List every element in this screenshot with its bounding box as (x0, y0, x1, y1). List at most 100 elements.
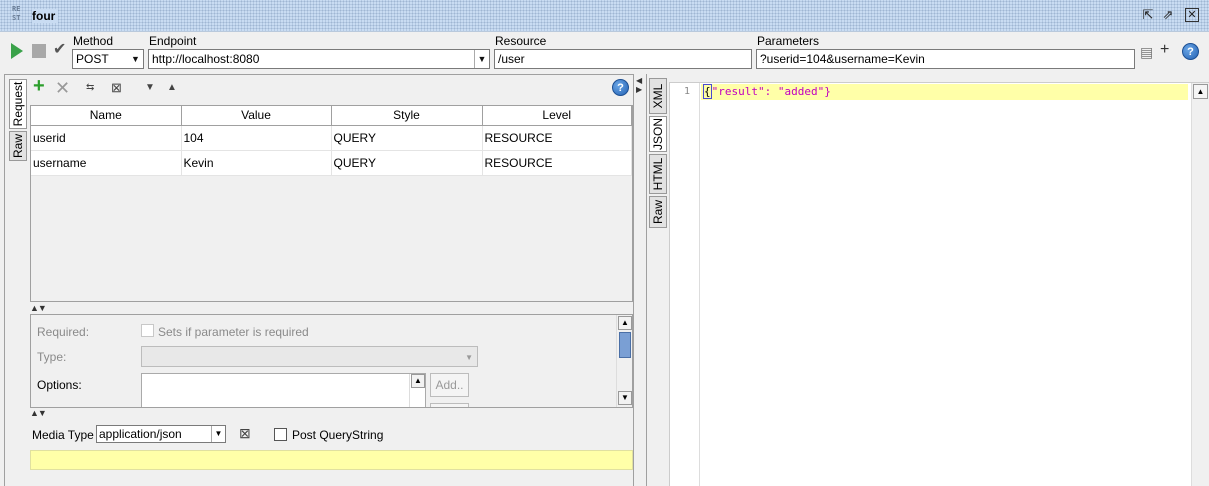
line-number: 1 (683, 86, 690, 97)
param-style-cell[interactable]: QUERY (331, 150, 483, 176)
help-icon[interactable]: ? (1182, 43, 1199, 60)
endpoint-value: http://localhost:8080 (152, 52, 260, 66)
param-level-cell[interactable]: RESOURCE (482, 150, 632, 176)
tab-raw[interactable]: Raw (9, 131, 27, 161)
method-label: Method (73, 34, 114, 48)
table-header: Name Value Style Level (31, 106, 632, 126)
response-scrollbar[interactable]: ▲ (1191, 83, 1209, 486)
param-detail-panel: Required: Sets if parameter is required … (30, 314, 633, 408)
collapse-left-icon[interactable]: ◀ ▶ (636, 76, 642, 94)
move-up-icon[interactable]: ▲ (167, 78, 177, 98)
tab-html[interactable]: HTML (649, 154, 667, 194)
post-querystring-label: Post QueryString (292, 428, 384, 442)
column-header-style[interactable]: Style (331, 106, 483, 126)
response-panel: XML JSON HTML Raw 1 {"result": "added"} … (646, 74, 1209, 486)
add-option-button[interactable]: Add.. (430, 373, 469, 397)
scroll-up-icon[interactable]: ▲ (411, 374, 425, 388)
method-select[interactable]: POST ▼ (72, 49, 144, 69)
required-label: Required: (37, 325, 90, 339)
param-value-cell[interactable]: Kevin (181, 150, 332, 176)
copy-params-icon[interactable]: ▤ (1140, 44, 1153, 61)
request-toolbar: ✔ Method POST ▼ Endpoint http://localhos… (0, 32, 1209, 74)
method-value: POST (76, 52, 109, 66)
delete-param-icon[interactable]: ✕ (55, 78, 70, 98)
response-body: "result": "added"} (711, 85, 831, 98)
scroll-up-icon[interactable]: ▲ (618, 316, 632, 330)
table-row[interactable]: userid 104 QUERY RESOURCE (31, 125, 632, 151)
column-header-name[interactable]: Name (31, 106, 182, 126)
request-panel: Request Raw + ✕ ⇆ ⊠ ▼ ▲ ? Name Value Sty… (4, 74, 634, 486)
rest-logo: RE ST (12, 5, 21, 22)
options-label: Options: (37, 378, 82, 392)
response-side-tabs: XML JSON HTML Raw (647, 74, 669, 234)
param-value-cell[interactable]: 104 (181, 125, 332, 151)
url-encode-icon[interactable]: ⇆ (86, 78, 94, 98)
add-icon[interactable]: + (1160, 41, 1169, 59)
chevron-down-icon[interactable]: ▼ (474, 50, 489, 68)
column-header-level[interactable]: Level (482, 106, 632, 126)
params-toolbar: + ✕ ⇆ ⊠ ▼ ▲ ? (29, 76, 633, 99)
options-field[interactable]: ▲ (141, 373, 426, 407)
tab-raw-response-label: Raw (651, 199, 665, 225)
endpoint-combo[interactable]: http://localhost:8080 ▼ (148, 49, 490, 69)
move-down-icon[interactable]: ▼ (145, 78, 155, 98)
clear-icon[interactable]: ⊠ (111, 78, 122, 98)
tab-raw-label: Raw (11, 133, 25, 159)
table-row[interactable]: username Kevin QUERY RESOURCE (31, 150, 632, 176)
required-checkbox[interactable] (141, 324, 154, 337)
request-body-editor[interactable] (30, 450, 633, 470)
maximize-icon[interactable]: ⇗ (1160, 7, 1176, 23)
params-table: Name Value Style Level userid 104 QUERY … (30, 105, 633, 302)
detail-scrollbar[interactable]: ▲ ▼ (616, 315, 632, 407)
param-name-cell[interactable]: userid (31, 125, 182, 151)
param-level-cell[interactable]: RESOURCE (482, 125, 632, 151)
scroll-thumb[interactable] (619, 332, 631, 358)
tab-html-label: HTML (651, 157, 665, 191)
type-select[interactable]: ▼ (141, 346, 478, 367)
media-type-value: application/json (99, 427, 182, 441)
request-side-tabs: Request Raw (5, 75, 29, 486)
validate-icon[interactable]: ✔ (53, 39, 66, 59)
remove-option-button[interactable] (430, 403, 469, 407)
response-editor[interactable]: 1 {"result": "added"} ▲ (669, 82, 1209, 486)
resource-field[interactable]: /user (494, 49, 752, 69)
window-title: four (32, 9, 59, 23)
scroll-down-icon[interactable]: ▼ (618, 391, 632, 405)
chevron-down-icon: ▼ (465, 353, 473, 362)
options-scrollbar[interactable]: ▲ (409, 374, 425, 407)
splitter-handle[interactable]: ▲▼ (30, 408, 47, 418)
resource-label: Resource (495, 34, 547, 48)
open-brace: { (703, 84, 712, 99)
endpoint-label: Endpoint (149, 34, 197, 48)
tab-xml[interactable]: XML (649, 78, 667, 114)
type-label: Type: (37, 350, 67, 364)
column-header-value[interactable]: Value (181, 106, 332, 126)
stop-icon[interactable] (32, 44, 46, 58)
tab-request-label: Request (11, 81, 25, 127)
parameters-field[interactable]: ?userid=104&username=Kevin (756, 49, 1135, 69)
media-type-row: Media Type application/json ▼ ⊠ Post Que… (30, 424, 633, 446)
post-querystring-checkbox[interactable] (274, 428, 287, 441)
param-name-cell[interactable]: username (31, 150, 182, 176)
media-type-clear-icon[interactable]: ⊠ (239, 425, 251, 442)
tab-json[interactable]: JSON (649, 116, 667, 152)
scroll-up-icon[interactable]: ▲ (1193, 84, 1208, 99)
add-param-icon[interactable]: + (33, 76, 45, 96)
tab-request[interactable]: Request (9, 79, 27, 129)
required-checkbox-label: Sets if parameter is required (158, 325, 309, 339)
param-style-cell[interactable]: QUERY (331, 125, 483, 151)
splitter-handle[interactable]: ▲▼ (30, 303, 47, 313)
detach-icon[interactable]: ⇱ (1140, 7, 1156, 23)
tab-raw-response[interactable]: Raw (649, 196, 667, 228)
help-icon[interactable]: ? (612, 79, 629, 96)
chevron-down-icon: ▼ (131, 54, 140, 64)
play-icon[interactable] (11, 43, 23, 59)
close-icon[interactable]: ✕ (1185, 8, 1199, 22)
resource-value: /user (498, 52, 525, 66)
panel-divider[interactable]: ◀ ▶ (635, 74, 645, 486)
response-line: {"result": "added"} (701, 84, 1188, 100)
media-type-select[interactable]: application/json ▼ (96, 425, 226, 443)
media-type-label: Media Type (32, 428, 94, 442)
tab-xml-label: XML (651, 83, 665, 109)
window-title-bar: RE ST four ⇱ ⇗ ✕ (0, 0, 1209, 32)
